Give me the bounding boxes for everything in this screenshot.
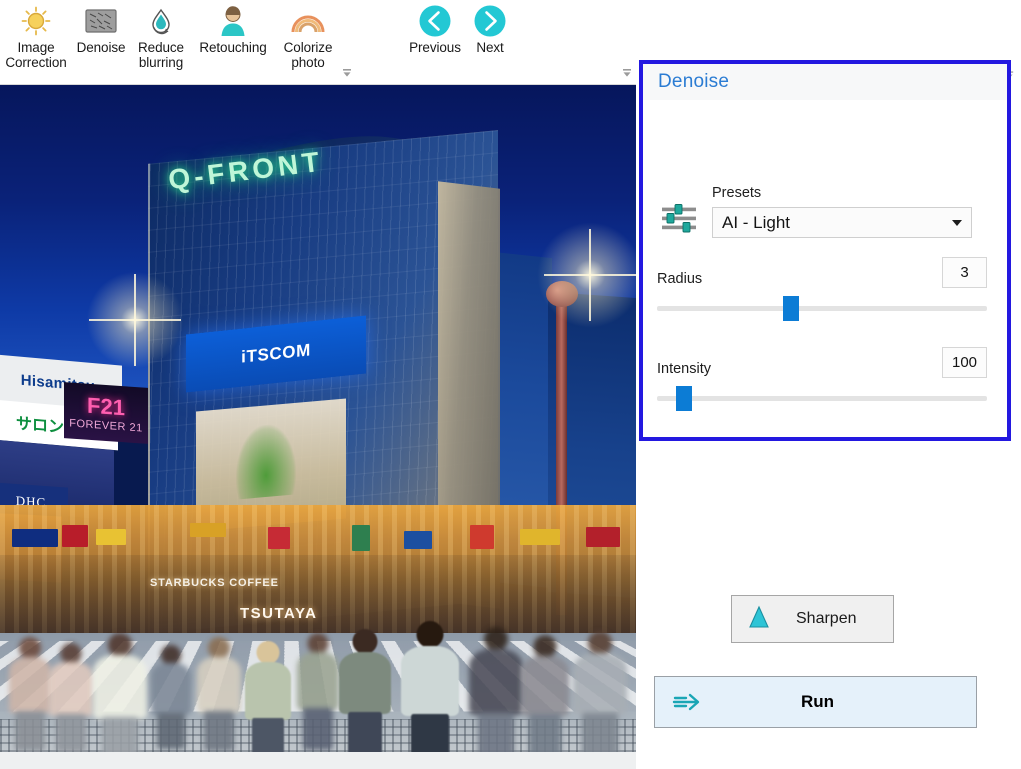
photo-shibuya-crossing: Q-FRONT iTSCOM Hisamitsu サロンパス F21 FOREV… [0, 85, 636, 752]
water-drop-icon [142, 3, 180, 39]
presets-dropdown[interactable]: AI - Light [712, 207, 972, 238]
canvas-bottom-strip [0, 752, 636, 769]
ribbon-item-retouching[interactable]: Retouching [192, 0, 274, 55]
radius-slider-track[interactable] [657, 306, 987, 311]
image-canvas[interactable]: Q-FRONT iTSCOM Hisamitsu サロンパス F21 FOREV… [0, 85, 636, 752]
ribbon-group-expander[interactable] [621, 66, 633, 78]
ribbon-item-label: Reduce blurring [138, 40, 184, 70]
presets-label: Presets [712, 185, 761, 201]
ribbon-item-label: Image Correction [5, 40, 66, 70]
radius-value: 3 [960, 264, 968, 281]
photo-sign-itscom-text: iTSCOM [241, 340, 311, 367]
denoise-panel-header: Denoise [643, 64, 1007, 100]
sharpen-button[interactable]: Sharpen [731, 595, 894, 643]
photo-billboard-plant [236, 422, 296, 499]
ribbon-item-label: Denoise [77, 40, 126, 55]
ribbon-item-previous[interactable]: Previous [404, 0, 466, 55]
radius-control: Radius 3 [657, 270, 987, 288]
intensity-value: 100 [952, 354, 977, 371]
intensity-slider-track[interactable] [657, 396, 987, 401]
sun-icon [17, 3, 55, 39]
page-title: Denoise [643, 71, 729, 93]
intensity-value-input[interactable]: 100 [942, 347, 987, 378]
radius-label: Radius [657, 271, 702, 287]
ribbon-item-label: Colorize photo [284, 40, 333, 70]
denoise-settings-panel: Denoise [639, 60, 1011, 441]
intensity-slider-thumb[interactable] [676, 386, 692, 411]
presets-selected-value: AI - Light [722, 213, 952, 233]
arrow-right-icon [671, 690, 705, 714]
ribbon-item-next[interactable]: Next [466, 0, 514, 55]
triangle-up-icon [748, 605, 770, 634]
sliders-icon [662, 204, 696, 234]
photo-sign-tsutaya: TSUTAYA [240, 605, 317, 622]
photo-small-signs [0, 515, 636, 635]
ribbon-group-navigation: Previous Next [396, 0, 636, 85]
ribbon-item-denoise[interactable]: Denoise [72, 0, 130, 55]
chevron-right-circle-icon [471, 3, 509, 39]
denoise-panel-body: Presets AI - Light Radius 3 [643, 100, 1007, 437]
ribbon-group-expander[interactable] [341, 66, 353, 78]
person-icon [214, 3, 252, 39]
photo-street-lamp [546, 281, 578, 307]
noise-grid-icon [82, 3, 120, 39]
image-editor-window: Image Correction [0, 0, 1021, 769]
radius-value-input[interactable]: 3 [942, 257, 987, 288]
photo-sign-f21-sub: FOREVER 21 [69, 417, 142, 434]
photo-sign-starbucks: STARBUCKS COFFEE [150, 577, 279, 589]
radius-slider-thumb[interactable] [783, 296, 799, 321]
ribbon-item-label: Next [476, 40, 503, 55]
ribbon-item-reduce-blurring[interactable]: Reduce blurring [130, 0, 192, 70]
rainbow-icon [289, 3, 327, 39]
intensity-label: Intensity [657, 361, 711, 377]
ribbon-item-label: Previous [409, 40, 461, 55]
ribbon-group-edit-tools: Image Correction [0, 0, 356, 85]
chevron-left-circle-icon [416, 3, 454, 39]
ribbon-item-image-correction[interactable]: Image Correction [0, 0, 72, 70]
ribbon-item-colorize-photo[interactable]: Colorize photo [274, 0, 342, 70]
intensity-control: Intensity 100 [657, 360, 987, 378]
tool-options-pane: Denoise [636, 0, 1021, 769]
run-label: Run [705, 692, 930, 712]
sharpen-label: Sharpen [796, 610, 857, 628]
ribbon-toolbar: Image Correction [0, 0, 636, 85]
photo-sign-f21: F21 FOREVER 21 [64, 382, 148, 444]
ribbon-item-label: Retouching [199, 40, 266, 55]
run-button[interactable]: Run [654, 676, 977, 728]
chevron-down-icon [952, 220, 962, 226]
photo-sign-f21-text: F21 [87, 393, 125, 422]
